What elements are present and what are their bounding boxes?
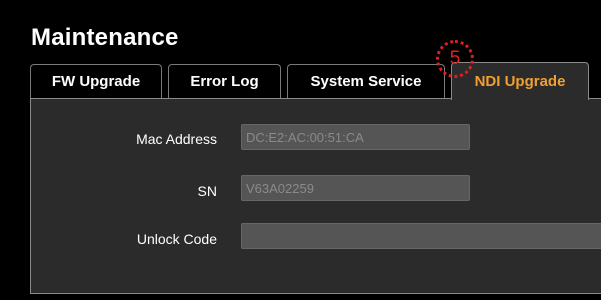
- tab-label: Error Log: [190, 73, 259, 90]
- tab-label: NDI Upgrade: [474, 73, 566, 90]
- tab-label: System Service: [310, 73, 422, 90]
- step-5-annotation: 5: [436, 40, 474, 78]
- tab-error-log[interactable]: Error Log: [168, 64, 281, 98]
- mac-address-field[interactable]: [241, 124, 470, 150]
- tab-label: FW Upgrade: [51, 73, 141, 90]
- ndi-upgrade-panel: Mac Address SN Unlock Code: [30, 98, 601, 294]
- unlock-code-field[interactable]: [241, 223, 601, 249]
- unlock-code-label: Unlock Code: [136, 231, 217, 247]
- tab-system-service[interactable]: System Service: [287, 64, 445, 98]
- tab-fw-upgrade[interactable]: FW Upgrade: [30, 64, 162, 98]
- sn-label: SN: [197, 183, 217, 199]
- page-title: Maintenance: [31, 24, 179, 51]
- maintenance-page: Maintenance FW Upgrade Error Log System …: [0, 0, 601, 300]
- mac-address-label: Mac Address: [136, 131, 217, 147]
- sn-field[interactable]: [241, 175, 470, 201]
